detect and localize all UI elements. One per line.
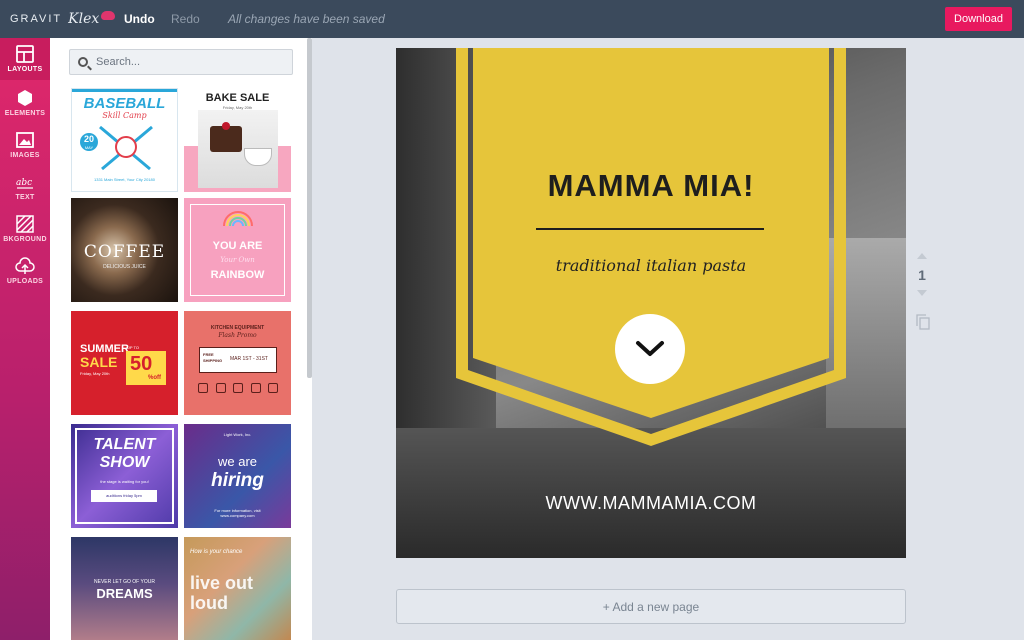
template-text: hiring bbox=[211, 470, 264, 491]
template-text: %off bbox=[148, 375, 161, 381]
template-text: BASEBALL bbox=[83, 95, 166, 112]
top-bar: GRAVIT Klex Undo Redo All changes have b… bbox=[0, 0, 1024, 38]
template-text: KITCHEN EQUIPMENT bbox=[210, 325, 265, 331]
cake-photo bbox=[198, 110, 278, 188]
template-text: How is your chance bbox=[190, 549, 243, 555]
save-status: All changes have been saved bbox=[228, 12, 385, 26]
rail-item-text[interactable]: abc TEXT bbox=[0, 166, 50, 208]
template-text: 20 bbox=[83, 134, 94, 144]
search-icon bbox=[78, 57, 88, 67]
canvas-url[interactable]: WWW.MAMMAMIA.COM bbox=[396, 493, 906, 514]
template-dreams[interactable]: NEVER LET GO OF YOUR DREAMS bbox=[71, 537, 178, 640]
redo-button[interactable]: Redo bbox=[171, 12, 200, 26]
template-text: NEVER LET GO OF YOUR bbox=[94, 579, 155, 585]
search-input[interactable]: Search... bbox=[69, 49, 293, 75]
template-text: For more information, visit www.company.… bbox=[214, 508, 261, 518]
logo-brand: GRAVIT bbox=[10, 13, 63, 25]
template-text: loud bbox=[190, 593, 228, 613]
template-text: UP TO bbox=[127, 345, 140, 350]
page-up-icon[interactable] bbox=[917, 253, 927, 259]
lips-icon bbox=[101, 10, 116, 20]
rail-label: LAYOUTS bbox=[7, 66, 43, 73]
rail-label: TEXT bbox=[15, 194, 35, 201]
template-text: Your Own bbox=[220, 256, 255, 264]
template-text: DELICIOUS JUICE bbox=[103, 264, 146, 270]
template-baseball[interactable]: BASEBALL Skill Camp 20 MAY 1331 Main Str… bbox=[71, 88, 178, 192]
download-button[interactable]: Download bbox=[945, 7, 1012, 31]
logo-script: Klex bbox=[68, 11, 100, 27]
rail-item-uploads[interactable]: UPLOADS bbox=[0, 250, 50, 292]
template-text: FREE SHIPPING bbox=[203, 352, 223, 363]
template-text: COFFEE bbox=[83, 242, 166, 262]
template-text: Light Work, Inc. bbox=[223, 432, 252, 437]
template-text: SALE bbox=[80, 354, 118, 370]
app-logo[interactable]: GRAVIT Klex bbox=[10, 10, 116, 27]
template-text: auditions friday 5pm bbox=[91, 490, 157, 502]
template-kitchen[interactable]: KITCHEN EQUIPMENT Flash Promo FREE SHIPP… bbox=[184, 311, 291, 415]
rainbow-icon bbox=[223, 211, 253, 227]
yellow-banner[interactable] bbox=[396, 48, 906, 558]
template-text: TALENT bbox=[93, 436, 156, 453]
kitchen-icons bbox=[198, 383, 278, 395]
canvas-subtitle[interactable]: traditional italian pasta bbox=[476, 256, 826, 275]
add-page-button[interactable]: + Add a new page bbox=[396, 589, 906, 624]
search-placeholder: Search... bbox=[96, 56, 141, 68]
rail-label: IMAGES bbox=[10, 152, 40, 159]
template-text: 1331 Main Street, Your City 20180 bbox=[94, 177, 155, 182]
template-text: Friday, May 20th bbox=[80, 371, 110, 376]
upload-icon bbox=[15, 256, 35, 276]
rail-label: BKGROUND bbox=[3, 236, 47, 243]
template-text: SHOW bbox=[99, 454, 150, 471]
template-coffee[interactable]: COFFEE DELICIOUS JUICE bbox=[71, 198, 178, 302]
rail-item-elements[interactable]: ELEMENTS bbox=[0, 82, 50, 124]
template-text: MAY bbox=[84, 145, 94, 150]
svg-text:abc: abc bbox=[16, 178, 32, 188]
date-badge: 20 MAY bbox=[80, 133, 98, 151]
baseball-bats-icon bbox=[99, 125, 153, 171]
discount-box: 50 %off bbox=[126, 351, 166, 385]
rail-item-layouts[interactable]: LAYOUTS bbox=[0, 38, 50, 80]
layout-icon bbox=[15, 44, 35, 64]
template-talent-show[interactable]: TALENT SHOW the stage is waiting for you… bbox=[71, 424, 178, 528]
text-icon: abc bbox=[15, 172, 35, 192]
template-text: the stage is waiting for you! bbox=[100, 479, 149, 484]
promo-box: FREE SHIPPING MAR 1ST - 31ST bbox=[199, 347, 277, 373]
template-text: RAINBOW bbox=[210, 269, 265, 281]
template-text: we are bbox=[217, 454, 258, 469]
template-text: MAR 1ST - 31ST bbox=[230, 356, 268, 362]
chevron-down-icon[interactable] bbox=[615, 314, 685, 384]
template-bake-sale[interactable]: BAKE SALE Friday, May 20th bbox=[184, 88, 291, 192]
template-summer-sale[interactable]: SUMMER SALE UP TO 50 %off Friday, May 20… bbox=[71, 311, 178, 415]
template-rainbow[interactable]: YOU ARE Your Own RAINBOW bbox=[184, 198, 291, 302]
image-icon bbox=[15, 130, 35, 150]
rail-item-background[interactable]: BKGROUND bbox=[0, 208, 50, 250]
template-hiring[interactable]: Light Work, Inc. we are hiring For more … bbox=[184, 424, 291, 528]
template-live-out-loud[interactable]: How is your chance live out loud bbox=[184, 537, 291, 640]
rail-item-images[interactable]: IMAGES bbox=[0, 124, 50, 166]
design-canvas[interactable]: MAMMA MIA! traditional italian pasta WWW… bbox=[396, 48, 906, 558]
template-text: Skill Camp bbox=[102, 111, 147, 120]
template-text: YOU ARE bbox=[212, 240, 263, 252]
layouts-panel: Search... BASEBALL Skill Camp 20 MAY 133… bbox=[50, 38, 312, 640]
template-text: Flash Promo bbox=[218, 332, 257, 339]
rail-label: ELEMENTS bbox=[4, 110, 46, 117]
rail-label: UPLOADS bbox=[6, 278, 44, 285]
left-rail: LAYOUTS ELEMENTS IMAGES abc TEXT BKGROUN… bbox=[0, 38, 50, 640]
canvas-title[interactable]: MAMMA MIA! bbox=[476, 168, 826, 204]
undo-button[interactable]: Undo bbox=[124, 12, 155, 26]
template-text: BAKE SALE bbox=[205, 92, 270, 104]
page-down-icon[interactable] bbox=[917, 290, 927, 296]
background-icon bbox=[15, 214, 35, 234]
panel-scrollbar[interactable] bbox=[307, 38, 312, 378]
template-text: DREAMS bbox=[96, 586, 153, 601]
canvas-divider[interactable] bbox=[536, 228, 764, 230]
page-number: 1 bbox=[918, 267, 926, 283]
duplicate-page-icon[interactable] bbox=[916, 314, 930, 330]
template-text: live out bbox=[190, 573, 254, 593]
template-text: 50 bbox=[130, 353, 153, 375]
shapes-icon bbox=[15, 88, 35, 108]
